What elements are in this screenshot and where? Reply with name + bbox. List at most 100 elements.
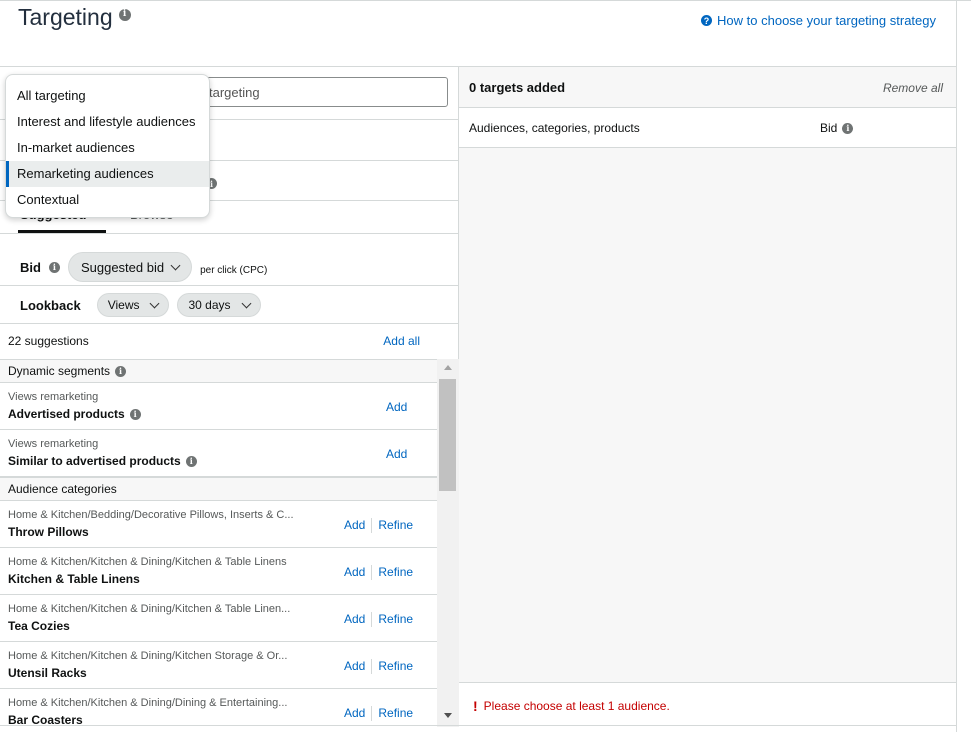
add-button[interactable]: Add: [344, 659, 365, 674]
lookback-label: Lookback: [20, 297, 81, 313]
bid-row: Bid i Suggested bid per click (CPC): [20, 247, 267, 287]
list-item: Home & Kitchen/Kitchen & Dining/Dining &…: [0, 689, 437, 727]
dropdown-item-all-targeting[interactable]: All targeting: [6, 83, 209, 109]
help-link-text: How to choose your targeting strategy: [717, 13, 936, 28]
item-path: Home & Kitchen/Kitchen & Dining/Kitchen …: [8, 603, 291, 615]
dropdown-item-contextual[interactable]: Contextual: [6, 187, 209, 213]
add-button[interactable]: Add: [344, 706, 365, 721]
item-name: Throw Pillows: [8, 525, 89, 539]
scrollbar-thumb[interactable]: [439, 379, 456, 491]
info-icon[interactable]: i: [48, 261, 60, 273]
divider: [0, 285, 459, 286]
error-message-text: Please choose at least 1 audience.: [483, 699, 670, 713]
bid-label: Bid: [20, 259, 41, 275]
item-path: Views remarketing: [8, 391, 99, 403]
panel-border: [956, 0, 957, 732]
item-name: Utensil Racks: [8, 666, 87, 680]
suggestions-count: 22 suggestions: [8, 334, 89, 348]
lookback-period-value: 30 days: [188, 298, 231, 312]
item-actions: Add Refine: [344, 659, 413, 674]
info-icon[interactable]: i: [129, 408, 141, 420]
remove-all-button[interactable]: Remove all: [883, 81, 943, 95]
item-name: Tea Cozies: [8, 619, 70, 633]
dropdown-item-remarketing[interactable]: Remarketing audiences: [6, 161, 209, 187]
divider: [371, 565, 373, 580]
divider: [371, 706, 373, 721]
chevron-down-icon: [170, 260, 181, 270]
item-path: Home & Kitchen/Kitchen & Dining/Kitchen …: [8, 650, 288, 662]
item-actions: Add Refine: [344, 706, 413, 721]
info-icon[interactable]: i: [185, 455, 197, 467]
dropdown-item-in-market[interactable]: In-market audiences: [6, 135, 209, 161]
refine-button[interactable]: Refine: [378, 612, 413, 627]
section-header-dynamic-segments: Dynamic segments i: [0, 359, 437, 383]
list-item: Home & Kitchen/Kitchen & Dining/Kitchen …: [0, 595, 437, 642]
targets-added-count: 0 targets added: [469, 80, 566, 95]
page-title-text: Targeting: [18, 4, 113, 30]
item-path: Views remarketing: [8, 438, 99, 450]
divider: [371, 659, 373, 674]
section-title: Audience categories: [8, 482, 117, 496]
error-message: ! Please choose at least 1 audience.: [473, 698, 670, 714]
lookback-row: Lookback Views 30 days: [20, 291, 261, 319]
add-button[interactable]: Add: [344, 565, 365, 580]
info-icon[interactable]: i: [118, 8, 131, 21]
divider: [0, 233, 459, 234]
targets-table-header: Audiences, categories, products Bid i: [459, 108, 956, 148]
list-item: Views remarketing Advertised products i …: [0, 383, 437, 430]
list-item: Home & Kitchen/Kitchen & Dining/Kitchen …: [0, 642, 437, 689]
validation-footer: ! Please choose at least 1 audience.: [459, 682, 956, 727]
column-header-bid-text: Bid: [820, 121, 838, 135]
info-icon[interactable]: i: [842, 122, 854, 134]
bid-type-value: Suggested bid: [80, 259, 165, 275]
divider: [371, 612, 373, 627]
lookback-type-value: Views: [107, 298, 140, 312]
refine-button[interactable]: Refine: [378, 518, 413, 533]
item-actions: Add Refine: [344, 565, 413, 580]
refine-button[interactable]: Refine: [378, 659, 413, 674]
item-name: Similar to advertised products i: [8, 454, 197, 468]
top-divider: [0, 0, 971, 1]
scroll-up-arrow-icon[interactable]: [444, 365, 452, 370]
refine-button[interactable]: Refine: [378, 706, 413, 721]
add-button[interactable]: Add: [344, 518, 365, 533]
add-button[interactable]: Add: [386, 400, 407, 414]
section-title: Dynamic segments: [8, 364, 111, 378]
item-path: Home & Kitchen/Kitchen & Dining/Kitchen …: [8, 556, 287, 568]
dropdown-item-interest-lifestyle[interactable]: Interest and lifestyle audiences: [6, 109, 209, 135]
chevron-down-icon: [150, 298, 160, 308]
chevron-down-icon: [241, 298, 251, 308]
list-item: Home & Kitchen/Bedding/Decorative Pillow…: [0, 501, 437, 548]
info-icon[interactable]: i: [115, 365, 127, 377]
add-button[interactable]: Add: [344, 612, 365, 627]
lookback-type-select[interactable]: Views: [96, 293, 170, 317]
panel-border: [0, 725, 957, 726]
item-actions: Add Refine: [344, 612, 413, 627]
item-path: Home & Kitchen/Bedding/Decorative Pillow…: [8, 509, 294, 521]
targets-header: 0 targets added Remove all: [459, 67, 956, 108]
help-link[interactable]: ? How to choose your targeting strategy: [701, 13, 936, 28]
column-header-bid: Bid i: [820, 121, 854, 135]
list-item: Views remarketing Similar to advertised …: [0, 430, 437, 477]
add-all-button[interactable]: Add all: [383, 334, 420, 348]
targets-empty-area: [459, 148, 956, 682]
bid-type-select[interactable]: Suggested bid: [67, 252, 193, 282]
refine-button[interactable]: Refine: [378, 565, 413, 580]
add-button[interactable]: Add: [386, 447, 407, 461]
item-name-text: Similar to advertised products: [8, 454, 181, 468]
item-path: Home & Kitchen/Kitchen & Dining/Dining &…: [8, 697, 288, 709]
column-header-targets: Audiences, categories, products: [469, 121, 640, 135]
lookback-period-select[interactable]: 30 days: [177, 293, 261, 317]
list-scrollbar[interactable]: [437, 359, 459, 727]
help-question-icon: ?: [701, 15, 713, 26]
scroll-down-arrow-icon[interactable]: [444, 713, 452, 718]
divider: [371, 518, 373, 533]
suggestions-list: Dynamic segments i Views remarketing Adv…: [0, 359, 459, 727]
suggestions-header: 22 suggestions Add all: [0, 323, 459, 359]
targeting-type-dropdown: All targeting Interest and lifestyle aud…: [5, 74, 210, 218]
item-name: Advertised products i: [8, 407, 141, 421]
bid-unit-label: per click (CPC): [200, 264, 268, 276]
item-actions: Add Refine: [344, 518, 413, 533]
error-icon: !: [473, 698, 478, 714]
search-input-text: targeting: [209, 85, 260, 100]
